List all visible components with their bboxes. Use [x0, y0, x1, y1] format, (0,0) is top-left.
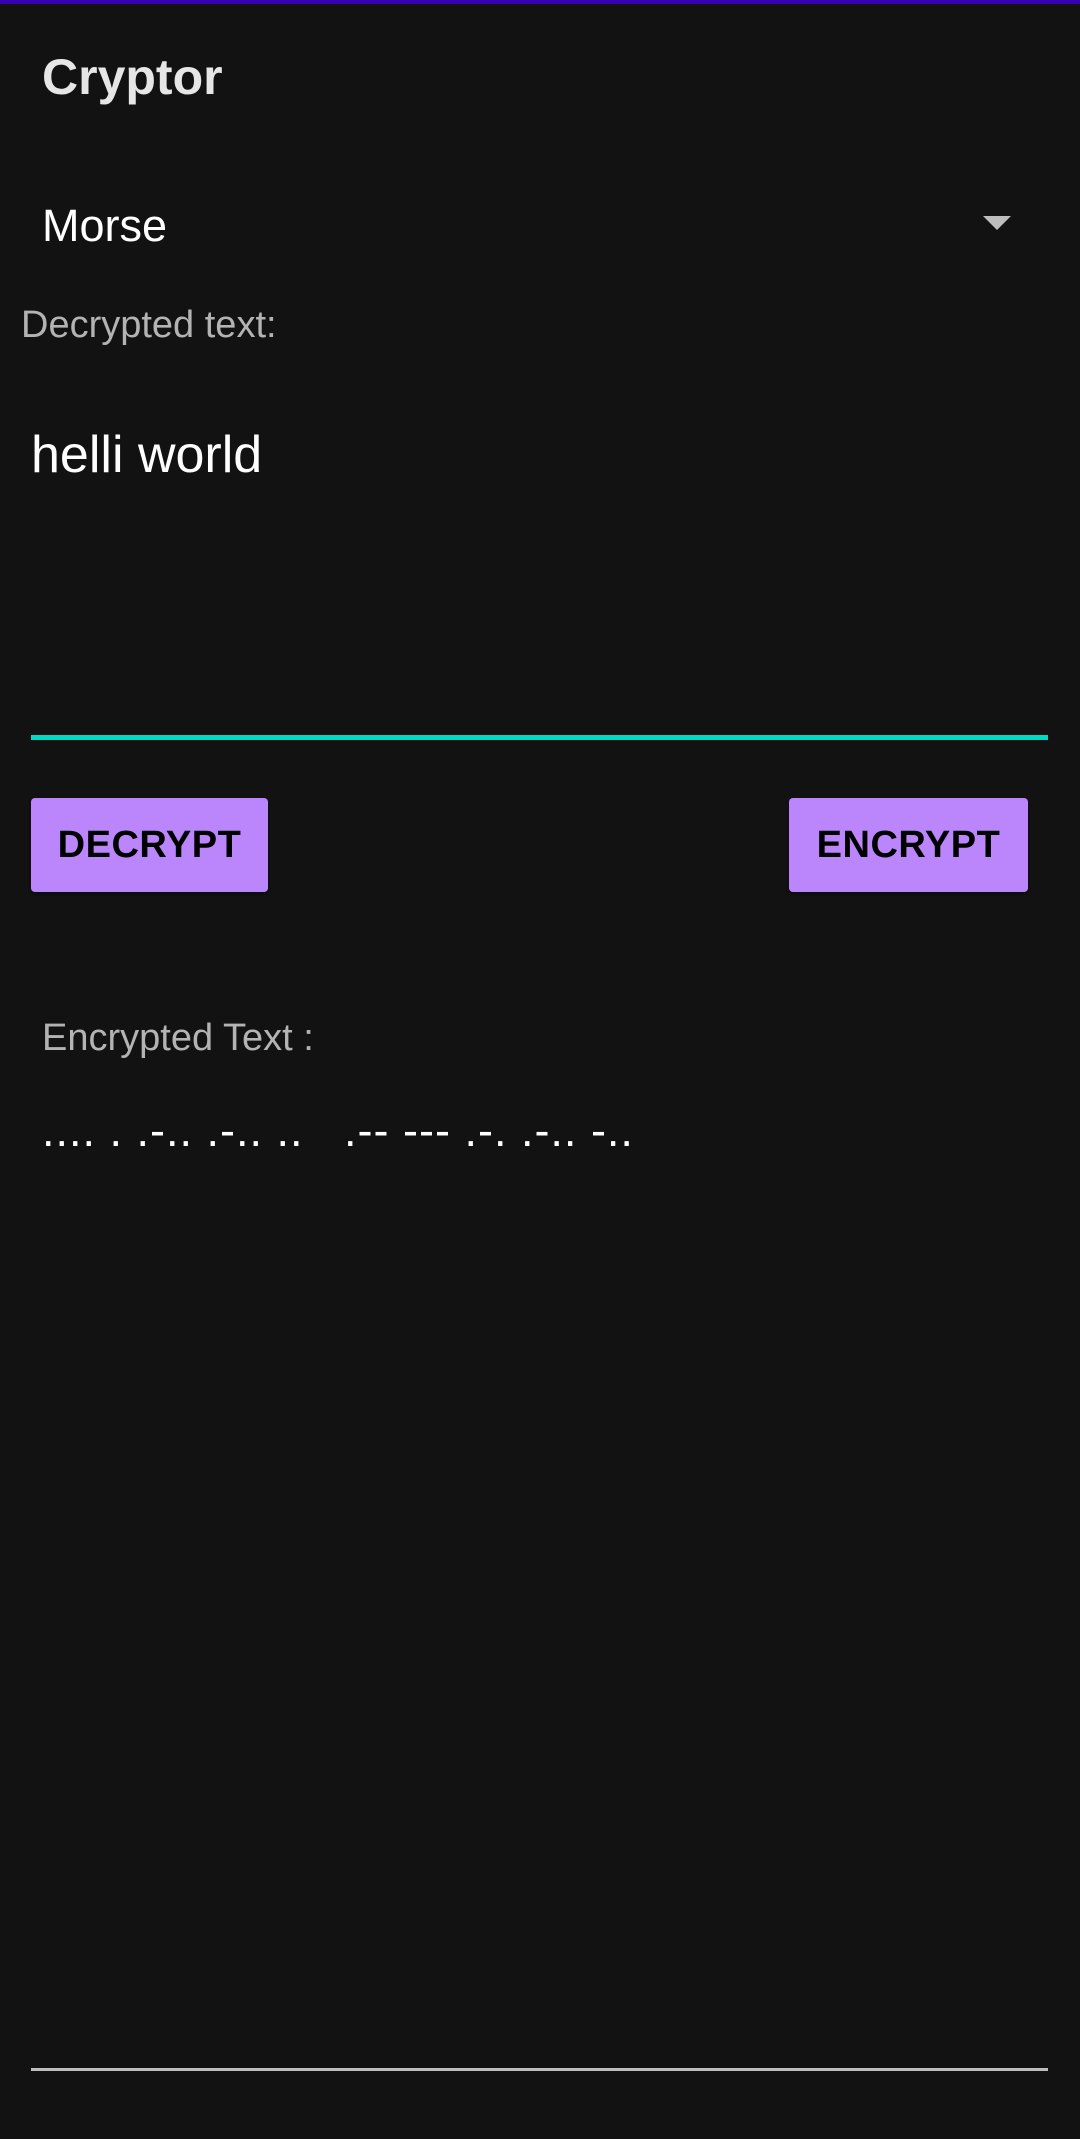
encrypted-text-output: .... . .-.. .-.. .. .-- --- .-. .-.. -.. — [42, 1105, 634, 1156]
decrypted-text-label: Decrypted text: — [21, 304, 277, 346]
cipher-dropdown-value: Morse — [42, 200, 168, 251]
decrypted-text-input[interactable]: helli world — [31, 400, 1048, 740]
status-accent-bar — [0, 0, 1080, 4]
cipher-dropdown[interactable]: Morse — [0, 180, 1080, 270]
input-underline — [31, 735, 1048, 740]
encrypt-button[interactable]: ENCRYPT — [789, 798, 1028, 892]
encrypted-text-label: Encrypted Text : — [42, 1017, 314, 1059]
dropdown-arrow-icon — [983, 216, 1011, 230]
decrypt-button[interactable]: DECRYPT — [31, 798, 268, 892]
app-title: Cryptor — [42, 49, 223, 105]
decrypted-text-value: helli world — [31, 426, 263, 484]
app-screen: Cryptor Morse Decrypted text: helli worl… — [0, 0, 1080, 2139]
output-underline — [31, 2068, 1048, 2071]
